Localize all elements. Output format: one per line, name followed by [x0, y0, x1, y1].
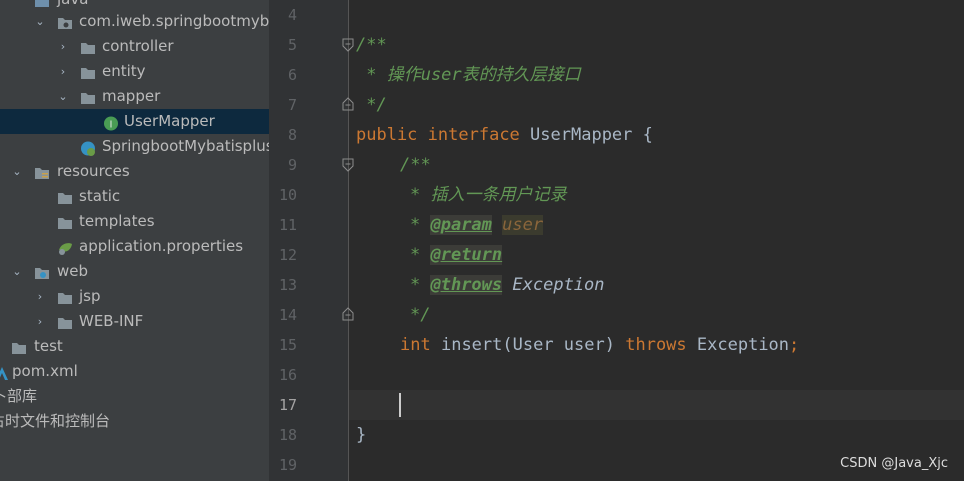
line-number: 8 — [287, 126, 297, 144]
chevron-down-icon[interactable]: ⌄ — [34, 9, 46, 34]
line-number: 14 — [278, 306, 297, 324]
doc-comment: */ — [356, 95, 387, 115]
interface-name: UserMapper — [530, 125, 633, 145]
folder-icon — [80, 39, 96, 54]
line-number: 16 — [278, 366, 297, 384]
code-line-12: * @return — [410, 245, 503, 265]
code-line-6: * 操作user表的持久层接口 — [356, 60, 581, 90]
method-name: insert — [440, 335, 503, 355]
code-line-9: /** — [400, 150, 431, 180]
line-number: 12 — [278, 246, 297, 264]
code-editor[interactable]: /** * 操作user表的持久层接口 */ public interface … — [349, 0, 964, 481]
tree-item-resources[interactable]: ⌄ resources — [0, 159, 269, 184]
code-line-14: */ — [410, 300, 430, 330]
parameters: (User user) — [502, 335, 615, 355]
folder-icon — [34, 0, 50, 7]
watermark: CSDN @Java_Xjc — [840, 456, 948, 471]
code-line-10: * 插入一条用户记录 — [410, 180, 566, 210]
tree-item-mapper[interactable]: ⌄ mapper — [0, 84, 269, 109]
line-number: 6 — [287, 66, 297, 84]
tree-item-static[interactable]: static — [0, 184, 269, 209]
param-name: user — [502, 215, 544, 235]
chevron-right-icon[interactable]: › — [34, 309, 46, 334]
package-icon — [57, 14, 73, 29]
spring-boot-class-icon — [80, 139, 96, 156]
chevron-right-icon[interactable]: › — [34, 284, 46, 309]
folder-icon — [11, 339, 27, 354]
javadoc-tag: @param — [430, 215, 492, 235]
folder-icon — [57, 189, 73, 204]
exception-reference: Exception — [512, 275, 605, 295]
line-number: 5 — [287, 36, 297, 54]
keyword: int — [400, 335, 431, 355]
tree-item-templates[interactable]: templates — [0, 209, 269, 234]
current-line-number: 17 — [278, 396, 297, 414]
tree-item-web-inf[interactable]: › WEB-INF — [0, 309, 269, 334]
chevron-right-icon[interactable]: › — [57, 59, 69, 84]
brace: } — [356, 425, 367, 445]
code-line-18: } — [356, 420, 366, 450]
exception-type: Exception — [696, 335, 790, 355]
keyword: public — [356, 125, 418, 145]
keyword: throws — [625, 335, 687, 355]
code-line-5: /** — [356, 30, 387, 60]
doc-comment: */ — [410, 305, 431, 325]
line-number: 7 — [287, 96, 297, 114]
tree-item-controller[interactable]: › controller — [0, 34, 269, 59]
chevron-down-icon[interactable]: ⌄ — [11, 159, 23, 184]
doc-comment: * 插入一条用户记录 — [410, 185, 567, 205]
folder-icon — [80, 64, 96, 79]
tree-item-scratches-consoles[interactable]: 占时文件和控制台 — [0, 409, 269, 434]
tree-item-package-root[interactable]: ⌄ com.iweb.springbootmyba — [0, 9, 269, 34]
javadoc-tag: @throws — [430, 275, 503, 295]
tree-item-usermapper[interactable]: I UserMapper — [0, 109, 269, 134]
web-folder-icon — [34, 264, 50, 279]
code-line-7: */ — [356, 90, 387, 120]
maven-icon — [0, 364, 10, 380]
javadoc-tag: @return — [430, 245, 503, 265]
spring-properties-icon — [57, 239, 73, 255]
tree-item-pom-xml[interactable]: pom.xml — [0, 359, 269, 384]
tree-item-test[interactable]: test — [0, 334, 269, 359]
code-line-13: * @throws Exception — [410, 275, 605, 295]
chevron-right-icon[interactable]: › — [57, 34, 69, 59]
folder-icon — [57, 214, 73, 229]
folder-icon — [80, 89, 96, 104]
code-line-8: public interface UserMapper { — [356, 120, 653, 150]
tree-item-external-libraries[interactable]: 卜部库 — [0, 384, 269, 409]
folder-icon — [57, 289, 73, 304]
line-number: 9 — [287, 156, 297, 174]
tree-item-entity[interactable]: › entity — [0, 59, 269, 84]
code-line-11: * @param user — [410, 215, 544, 235]
line-number: 13 — [278, 276, 297, 294]
tree-item-jsp[interactable]: › jsp — [0, 284, 269, 309]
resources-folder-icon — [34, 164, 50, 179]
brace: { — [642, 125, 653, 145]
doc-comment: /** — [356, 35, 387, 55]
chevron-down-icon[interactable]: ⌄ — [57, 84, 69, 109]
line-number: 19 — [278, 456, 297, 474]
chevron-down-icon[interactable]: ⌄ — [11, 259, 23, 284]
semicolon: ; — [789, 335, 800, 355]
editor-gutter: 4 5 6 7 8 9 10 11 12 13 14 15 16 17 18 1… — [269, 0, 354, 481]
keyword: interface — [427, 125, 520, 145]
text-caret — [399, 393, 401, 417]
project-tree: java ⌄ com.iweb.springbootmyba › control… — [0, 0, 269, 481]
doc-comment: * 操作user表的持久层接口 — [356, 65, 581, 85]
current-line-highlight — [349, 390, 964, 420]
line-number: 18 — [278, 426, 297, 444]
line-number: 4 — [287, 6, 297, 24]
line-number: 10 — [278, 186, 297, 204]
svg-text:I: I — [110, 120, 113, 131]
code-line-15: int insert(User user) throws Exception; — [400, 330, 799, 360]
tree-item-web[interactable]: ⌄ web — [0, 259, 269, 284]
tree-item-application-properties[interactable]: application.properties — [0, 234, 269, 259]
doc-comment: /** — [400, 155, 431, 175]
interface-icon: I — [103, 114, 119, 131]
tree-item-application-class[interactable]: SpringbootMybatisplus — [0, 134, 269, 159]
line-number: 11 — [278, 216, 297, 234]
folder-icon — [57, 314, 73, 329]
line-number: 15 — [278, 336, 297, 354]
